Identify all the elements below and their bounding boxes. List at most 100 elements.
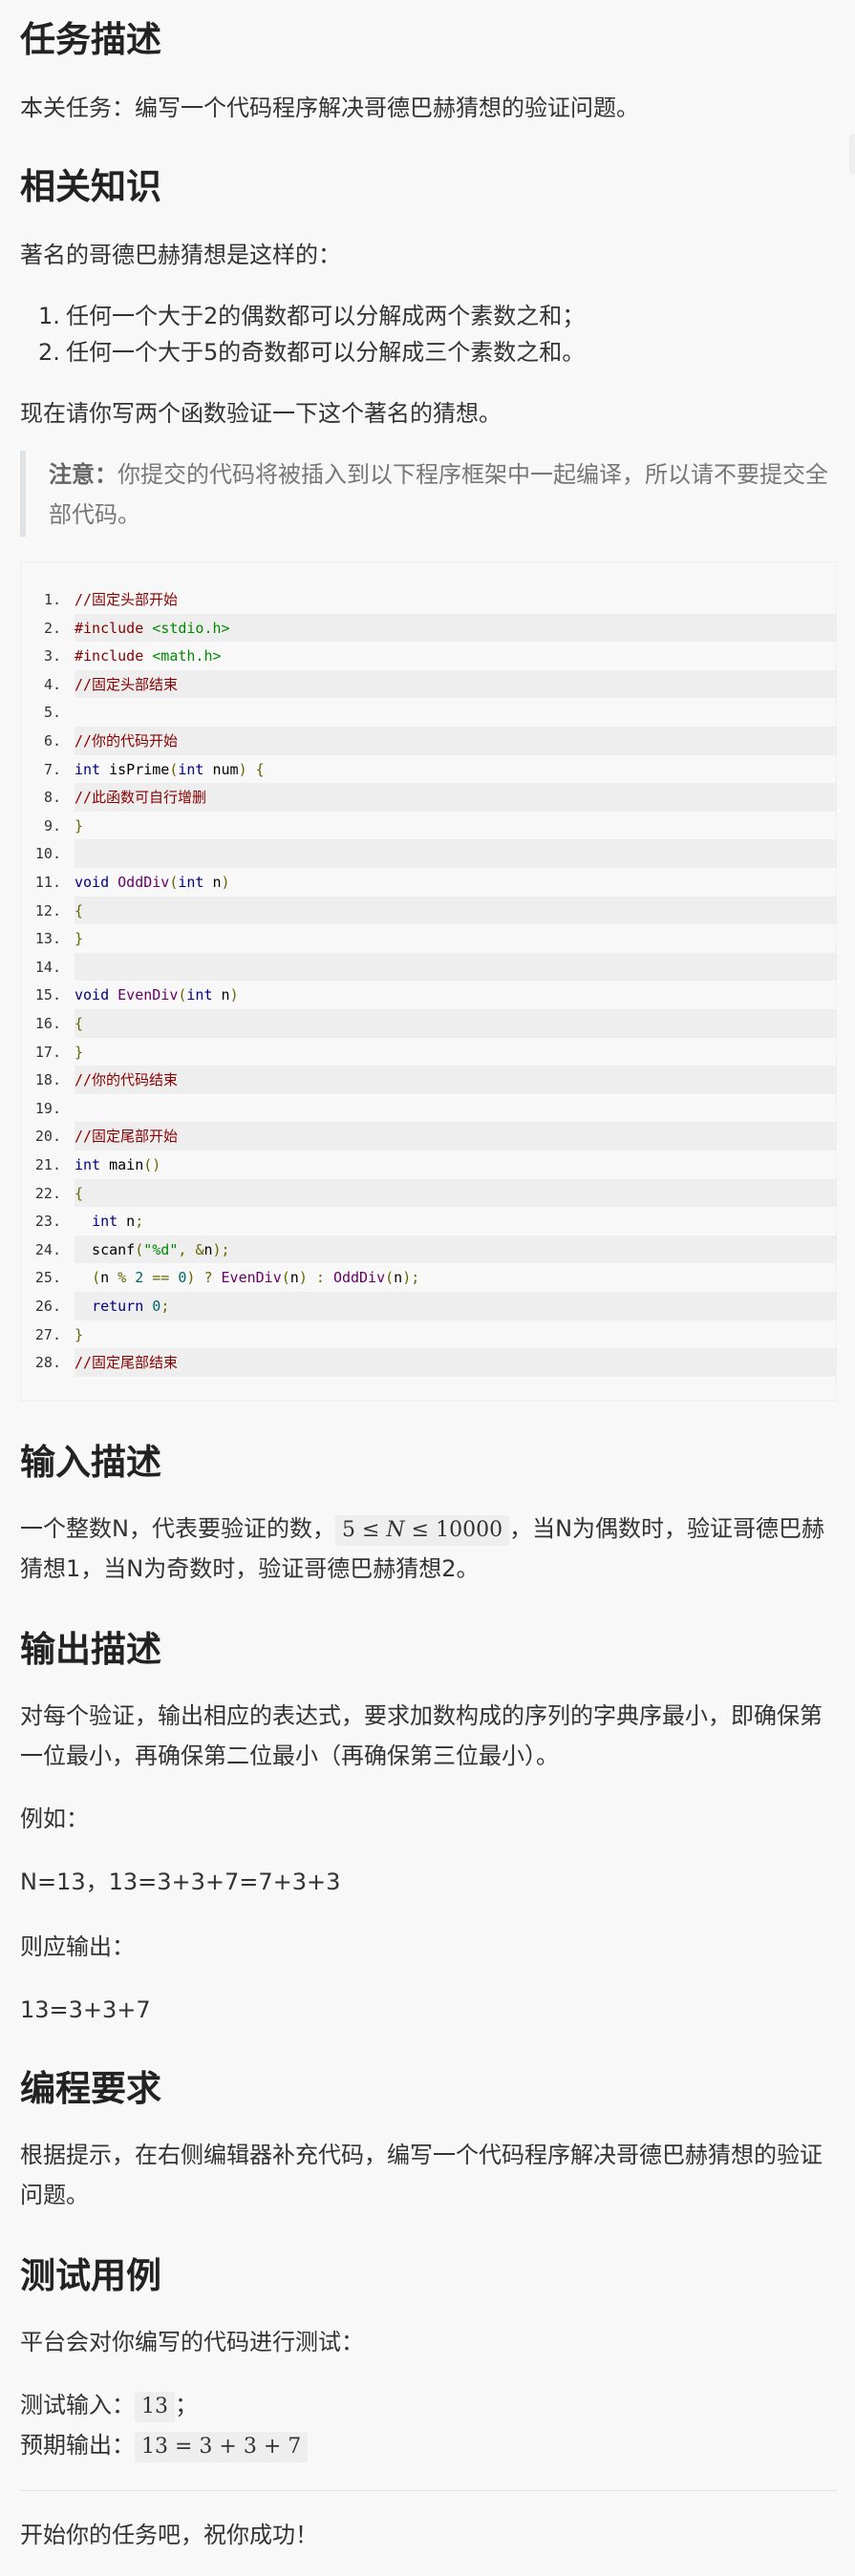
code-line: 6. //你的代码开始 [21,727,836,755]
example-label: 例如： [20,1805,89,1832]
line-number: 6. [43,732,61,750]
test-output-line: 预期输出： 13 = 3 + 3 + 7 [20,2425,837,2465]
line-number: 13. [34,930,61,948]
tests-intro: 平台会对你编写的代码进行测试： [20,2329,364,2355]
requirement-heading: 编程要求 [20,2068,161,2109]
line-number: 5. [43,704,61,722]
task-heading: 任务描述 [20,19,161,60]
line-number: 15. [34,986,61,1004]
code-line: 20. //固定尾部开始 [21,1122,836,1151]
code-line: 22. { [21,1178,836,1208]
code-text [75,698,836,728]
code-line: 11. void OddDiv(int n) [21,868,836,897]
divider [20,2490,837,2491]
test-output-value: 13 = 3 + 3 + 7 [135,2432,309,2462]
code-line: 1. //固定头部开始 [21,585,836,614]
input-text: 一个整数N，代表要验证的数， 5 ≤ N ≤ 10000 ，当N为偶数时，验证哥德巴… [20,1515,825,1582]
code-text: //固定头部结束 [75,669,836,699]
note-blockquote: 注意：你提交的代码将被插入到以下程序框架中一起编译，所以请不要提交全部代码。 [20,451,837,537]
code-text: int main() [75,1151,836,1179]
line-number: 23. [34,1213,61,1231]
example-text: N=13，13=3+3+7=7+3+3 [20,1869,341,1895]
line-number: 20. [34,1128,61,1146]
code-line: 5. [21,698,836,728]
code-line: 9.} [21,811,836,840]
code-line: 3. #include <math.h> [21,642,836,671]
code-block: 1. //固定头部开始 2. #include <stdio.h> 3. #include… [20,561,837,1402]
code-text: { [75,1009,836,1038]
should-output-text: 13=3+3+7 [20,1996,151,2023]
requirement-text: 根据提示，在右侧编辑器补充代码，编写一个代码程序解决哥德巴赫猜想的验证问题。 [20,2142,823,2208]
line-number: 14. [34,958,61,976]
code-text: scanf("%d", &n); [75,1235,836,1264]
code-text [75,952,836,982]
code-text: void OddDiv(int n) [75,868,836,897]
list-item: 2. 任何一个大于5的奇数都可以分解成三个素数之和。 [38,339,586,366]
code-line: 14. [21,952,836,982]
code-text: int isPrime(int num) { [75,754,836,784]
code-line: 26. return 0; [21,1292,836,1320]
line-number: 27. [34,1325,61,1343]
code-line: 21. int main() [21,1151,836,1179]
math-inline: 5 ≤ N ≤ 10000 [334,1515,510,1546]
code-line: 2. #include <stdio.h> [21,613,836,643]
closing-text: 开始你的任务吧，祝你成功！ [20,2522,318,2548]
code-text: void EvenDiv(int n) [75,981,836,1010]
line-number: 19. [34,1099,61,1117]
code-text: //你的代码开始 [75,727,836,755]
knowledge-heading: 相关知识 [20,166,161,207]
code-line: 27.} [21,1320,836,1349]
code-line: 8. //此函数可自行增删 [21,783,836,813]
code-line: 17.} [21,1037,836,1066]
code-text: //你的代码结束 [75,1066,836,1095]
side-panel-handle[interactable] [849,134,855,174]
code-line: 18. //你的代码结束 [21,1066,836,1095]
code-line: 25. (n % 2 == 0) ? EvenDiv(n) : OddDiv(n… [21,1263,836,1293]
code-text: { [75,1178,836,1208]
code-line: 24. scanf("%d", &n); [21,1235,836,1264]
line-number: 2. [43,619,61,637]
line-number: 8. [43,789,61,807]
code-text: //固定尾部结束 [75,1348,836,1378]
code-text: //此函数可自行增删 [75,783,836,813]
code-text: //固定尾部开始 [75,1122,836,1151]
code-text: //固定头部开始 [75,585,836,614]
code-text: { [75,896,836,925]
should-output-label: 则应输出： [20,1933,135,1960]
test-input-value: 13 [135,2392,175,2422]
line-number: 3. [43,647,61,665]
line-number: 9. [43,816,61,834]
tests-heading: 测试用例 [20,2255,161,2296]
task-text: 本关任务：编写一个代码程序解决哥德巴赫猜想的验证问题。 [20,95,639,121]
line-number: 21. [34,1156,61,1173]
note-text: 你提交的代码将被插入到以下程序框架中一起编译，所以请不要提交全部代码。 [49,461,828,528]
code-text: return 0; [75,1292,836,1320]
code-text: #include <math.h> [75,642,836,671]
code-text: } [75,1037,836,1066]
code-line: 28. //固定尾部结束 [21,1348,836,1378]
line-number: 10. [34,845,61,863]
code-text [75,1093,836,1123]
output-heading: 输出描述 [20,1629,161,1670]
code-line: 19. [21,1093,836,1123]
line-number: 7. [43,760,61,778]
knowledge-after-text: 现在请你写两个函数验证一下这个著名的猜想。 [20,400,502,427]
knowledge-intro: 著名的哥德巴赫猜想是这样的： [20,242,341,268]
line-number: 28. [34,1354,61,1372]
line-number: 18. [34,1071,61,1089]
code-line: 23. int n; [21,1207,836,1236]
code-text: } [75,924,836,954]
code-line: 7. int isPrime(int num) { [21,754,836,784]
code-text [75,839,836,869]
line-number: 26. [34,1298,61,1315]
line-number: 25. [34,1269,61,1287]
line-number: 4. [43,675,61,693]
code-line: 15. void EvenDiv(int n) [21,981,836,1010]
code-text: (n % 2 == 0) ? EvenDiv(n) : OddDiv(n); [75,1263,836,1293]
code-line: 4. //固定头部结束 [21,669,836,699]
code-text: } [75,811,836,840]
line-number: 12. [34,901,61,919]
code-text: int n; [75,1207,836,1236]
code-text: } [75,1320,836,1349]
list-item: 1. 任何一个大于2的偶数都可以分解成两个素数之和； [38,303,586,329]
